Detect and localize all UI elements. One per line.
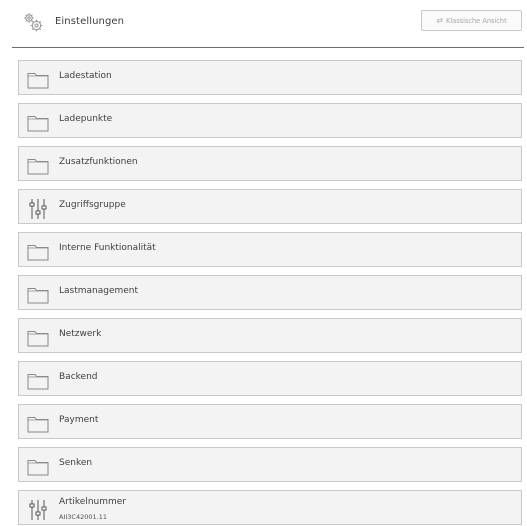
settings-item-label: Zugriffsgruppe (59, 200, 126, 210)
settings-item[interactable]: Artikelnummer AII3C42001.11 (18, 490, 522, 525)
settings-item-label: Backend (59, 372, 98, 382)
header: Einstellungen ⇄ Klassische Ansicht (0, 0, 527, 46)
settings-item[interactable]: Interne Funktionalität (18, 232, 522, 267)
settings-item-label: Ladestation (59, 71, 112, 81)
settings-item-label: Payment (59, 415, 99, 425)
settings-item-label: Zusatzfunktionen (59, 157, 138, 167)
folder-icon (27, 415, 49, 433)
folder-icon (27, 329, 49, 347)
classic-view-label: Klassische Ansicht (446, 16, 507, 25)
page-title: Einstellungen (55, 16, 125, 27)
folder-icon (27, 243, 49, 261)
settings-item[interactable]: Backend (18, 361, 522, 396)
arrow-left-right-icon: ⇄ (436, 16, 444, 25)
settings-item[interactable]: Zugriffsgruppe (18, 189, 522, 224)
settings-item[interactable]: Ladepunkte (18, 103, 522, 138)
settings-item[interactable]: Senken (18, 447, 522, 482)
settings-item-label: Senken (59, 458, 93, 468)
settings-item[interactable]: Payment (18, 404, 522, 439)
settings-item-label: Ladepunkte (59, 114, 113, 124)
folder-icon (27, 114, 49, 132)
settings-item[interactable]: Netzwerk (18, 318, 522, 353)
folder-icon (27, 71, 49, 89)
sliders-icon (29, 499, 47, 521)
settings-item-sublabel: AII3C42001.11 (59, 513, 107, 521)
folder-icon (27, 286, 49, 304)
header-divider (12, 47, 524, 48)
settings-item-label: Netzwerk (59, 329, 102, 339)
settings-item[interactable]: Ladestation (18, 60, 522, 95)
gears-icon (22, 11, 44, 33)
folder-icon (27, 458, 49, 476)
settings-item[interactable]: Lastmanagement (18, 275, 522, 310)
settings-item-label: Lastmanagement (59, 286, 139, 296)
settings-item-label: Interne Funktionalität (59, 243, 156, 253)
folder-icon (27, 372, 49, 390)
classic-view-button[interactable]: ⇄ Klassische Ansicht (421, 10, 522, 31)
folder-icon (27, 157, 49, 175)
settings-item-label: Artikelnummer (59, 497, 126, 507)
settings-item[interactable]: Zusatzfunktionen (18, 146, 522, 181)
sliders-icon (29, 198, 47, 220)
